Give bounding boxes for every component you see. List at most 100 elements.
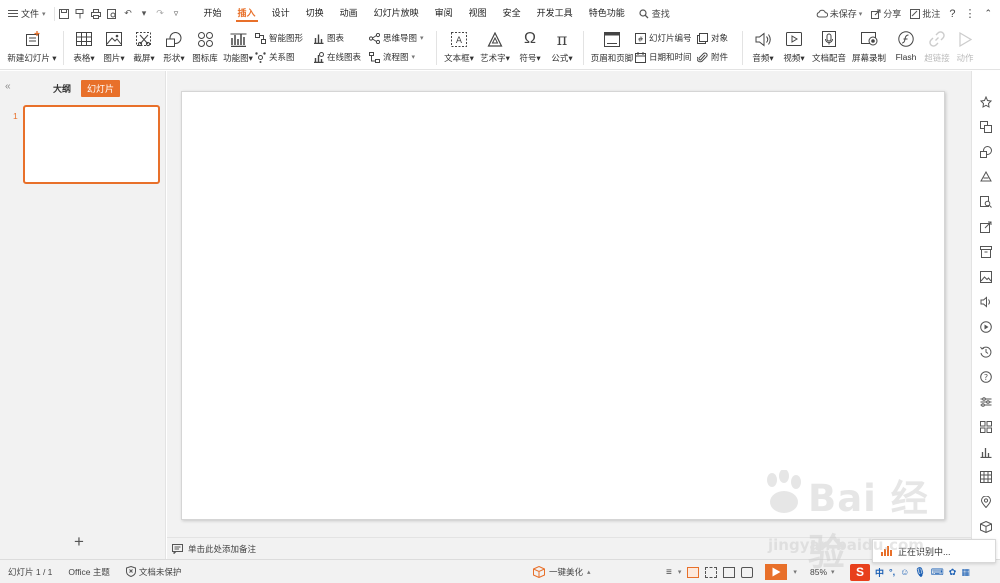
animation-icon[interactable]	[980, 321, 992, 333]
slide-number-button[interactable]: # 幻灯片编号	[635, 32, 697, 45]
file-menu-button[interactable]: 文件 ▾	[0, 0, 52, 27]
help-button[interactable]: ?	[949, 8, 955, 20]
collapse-ribbon-button[interactable]: ⌃	[984, 8, 992, 19]
archive-icon[interactable]	[980, 246, 992, 258]
slide-sorter-icon[interactable]	[705, 566, 718, 578]
slide-thumbnail[interactable]	[23, 105, 160, 184]
voice-input-icon[interactable]: 🎙	[914, 567, 925, 578]
object-button[interactable]: 对象	[697, 32, 737, 45]
tab-home[interactable]: 开始	[196, 0, 230, 27]
notes-toggle-icon[interactable]: ≡	[666, 567, 672, 578]
smart-graphic-button[interactable]: 智能图形	[255, 32, 313, 45]
video-button[interactable]: 视频▾	[778, 27, 810, 69]
print-icon[interactable]	[91, 8, 102, 19]
date-time-button[interactable]: 日期和时间	[635, 51, 697, 64]
history-icon[interactable]	[980, 346, 992, 358]
chart-button[interactable]: 图表	[313, 32, 369, 45]
sogou-logo-icon[interactable]: S	[850, 563, 870, 581]
bar-chart-icon[interactable]	[980, 446, 992, 458]
beautify-button[interactable]: 一键美化 ▴	[533, 560, 591, 583]
help-icon[interactable]: ?	[980, 371, 992, 383]
presenter-view-icon[interactable]	[741, 566, 754, 578]
shapes-icon[interactable]	[980, 146, 992, 158]
export-icon[interactable]	[980, 221, 992, 233]
save-icon[interactable]	[59, 8, 70, 19]
attachment-button[interactable]: 附件	[697, 51, 737, 64]
comment-button[interactable]: 批注	[910, 7, 940, 20]
emoji-icon[interactable]: ☺	[900, 567, 909, 577]
search-button[interactable]: 查找	[639, 7, 670, 20]
ime-lang-indicator[interactable]: 中	[875, 566, 884, 579]
customize-qa-icon[interactable]: ▿	[171, 8, 182, 19]
share-button[interactable]: 分享	[871, 7, 901, 20]
find-replace-icon[interactable]	[980, 196, 992, 208]
location-pin-icon[interactable]	[980, 496, 992, 508]
star-icon[interactable]	[980, 96, 992, 108]
fill-icon[interactable]	[980, 171, 992, 183]
tab-view[interactable]: 视图	[461, 0, 495, 27]
print-preview-icon[interactable]	[107, 8, 118, 19]
settings-sliders-icon[interactable]	[980, 396, 992, 408]
theme-name[interactable]: Office 主题	[60, 566, 117, 578]
zoom-control[interactable]: 85% ▾	[810, 560, 835, 583]
symbol-button[interactable]: Ω 符号▾	[514, 27, 546, 69]
unsaved-button[interactable]: 未保存 ▾	[816, 7, 862, 20]
punctuation-icon[interactable]: °,	[889, 567, 895, 577]
flash-button[interactable]: Flash	[890, 27, 922, 69]
chevron-down-icon[interactable]: ▾	[793, 568, 797, 576]
action-button[interactable]: 动作	[952, 27, 978, 69]
flow-chart-button[interactable]: 流程图 ▾	[369, 51, 431, 64]
art-text-button[interactable]: 艺术字▾	[476, 27, 514, 69]
textbox-button[interactable]: A 文本框▾	[442, 27, 476, 69]
tab-insert[interactable]: 插入	[230, 0, 264, 27]
image-icon[interactable]	[980, 271, 992, 283]
relation-chart-button[interactable]: 关系图	[255, 51, 313, 64]
table-grid-icon[interactable]	[980, 471, 992, 483]
screenshot-button[interactable]: 截屏▾	[129, 27, 159, 69]
reading-view-icon[interactable]	[723, 566, 736, 578]
new-slide-button[interactable]: 新建幻灯片 ▾	[6, 27, 58, 69]
more-menu-button[interactable]: ⋮	[964, 7, 975, 20]
collapse-panel-icon[interactable]: «	[5, 81, 11, 92]
format-painter-icon[interactable]	[75, 8, 86, 19]
hyperlink-button[interactable]: 超链接	[922, 27, 952, 69]
icon-library-button[interactable]: 图标库	[189, 27, 221, 69]
slides-tab[interactable]: 幻灯片	[81, 79, 121, 97]
tab-special-features[interactable]: 特色功能	[581, 0, 633, 27]
slide-canvas[interactable]	[181, 91, 945, 520]
table-button[interactable]: 表格▾	[69, 27, 99, 69]
add-slide-button[interactable]: +	[74, 533, 84, 550]
outline-tab[interactable]: 大纲	[47, 80, 77, 97]
formula-button[interactable]: π 公式▾	[546, 27, 578, 69]
normal-view-icon[interactable]	[687, 566, 700, 578]
skin-icon[interactable]: ✿	[949, 567, 957, 578]
play-slideshow-button[interactable]	[765, 564, 788, 580]
apps-grid-icon[interactable]	[980, 421, 992, 433]
tab-design[interactable]: 设计	[264, 0, 298, 27]
layers-icon[interactable]	[980, 121, 992, 133]
tab-developer[interactable]: 开发工具	[529, 0, 581, 27]
redo-icon[interactable]: ↷	[155, 8, 166, 19]
undo-dropdown-icon[interactable]: ▾	[139, 8, 150, 19]
function-chart-button[interactable]: 功能图▾	[221, 27, 255, 69]
notes-pane[interactable]: 单击此处添加备注	[167, 537, 971, 559]
screen-record-button[interactable]: 屏幕录制	[848, 27, 890, 69]
undo-icon[interactable]: ↶	[123, 8, 134, 19]
doc-protection[interactable]: 文档未保护	[118, 566, 190, 578]
speaker-icon[interactable]	[980, 296, 992, 308]
chevron-down-icon[interactable]: ▾	[678, 568, 682, 576]
keyboard-icon[interactable]: ⌨	[931, 567, 944, 578]
tab-slideshow[interactable]: 幻灯片放映	[366, 0, 427, 27]
toolbox-icon[interactable]: ▦	[961, 567, 970, 578]
shape-button[interactable]: 形状▾	[159, 27, 189, 69]
cube-icon[interactable]	[980, 521, 992, 533]
tab-review[interactable]: 审阅	[427, 0, 461, 27]
header-footer-button[interactable]: 页眉和页脚	[589, 27, 635, 69]
tab-transitions[interactable]: 切换	[298, 0, 332, 27]
audio-button[interactable]: 音频▾	[748, 27, 778, 69]
tab-security[interactable]: 安全	[495, 0, 529, 27]
tab-animations[interactable]: 动画	[332, 0, 366, 27]
online-chart-button[interactable]: 在线图表	[313, 51, 369, 64]
doc-dub-button[interactable]: 文档配音	[810, 27, 848, 69]
mind-map-button[interactable]: 思维导图 ▾	[369, 32, 431, 45]
